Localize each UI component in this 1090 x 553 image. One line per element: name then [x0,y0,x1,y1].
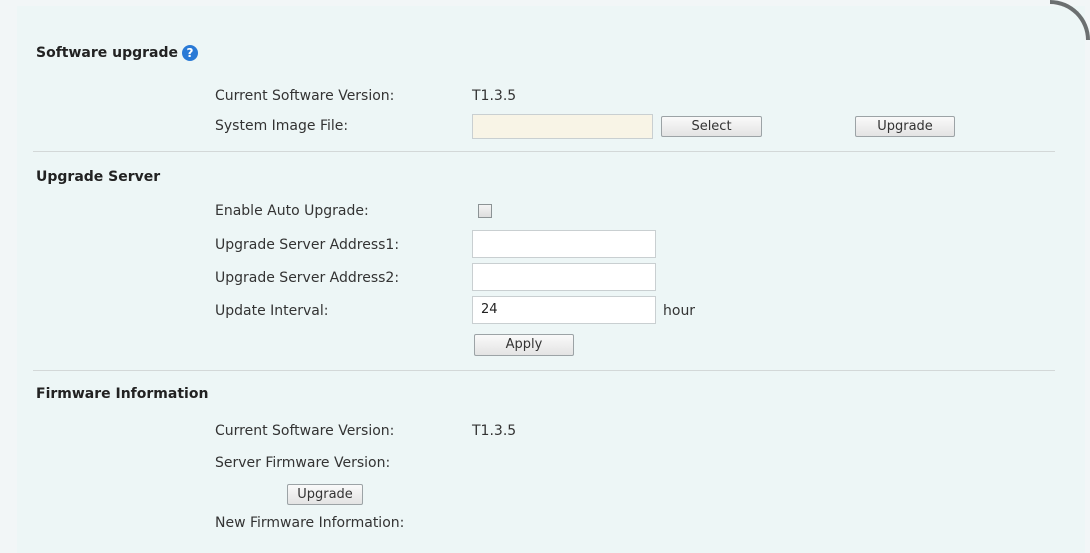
apply-button[interactable]: Apply [474,334,574,356]
firmware-current-version-value: T1.3.5 [472,423,517,439]
server-address2-label: Upgrade Server Address2: [215,270,400,286]
section-divider [33,151,1055,152]
system-image-file-label: System Image File: [215,118,349,134]
system-image-file-input[interactable] [472,114,653,139]
firmware-upgrade-button[interactable]: Upgrade [287,484,363,505]
section-divider [33,370,1055,371]
current-software-version-label: Current Software Version: [215,88,395,104]
section-title-software-upgrade: Software upgrade [36,45,179,61]
enable-auto-upgrade-checkbox[interactable] [478,204,492,218]
server-address2-input[interactable] [472,263,656,291]
enable-auto-upgrade-label: Enable Auto Upgrade: [215,203,369,219]
current-software-version-value: T1.3.5 [472,88,517,104]
server-firmware-version-label: Server Firmware Version: [215,455,391,471]
update-interval-input[interactable]: 24 [472,296,656,324]
server-address1-label: Upgrade Server Address1: [215,237,400,253]
firmware-current-version-label: Current Software Version: [215,423,395,439]
server-address1-input[interactable] [472,230,656,258]
section-title-firmware-information: Firmware Information [36,386,209,402]
new-firmware-information-label: New Firmware Information: [215,515,405,531]
update-interval-unit: hour [663,303,696,319]
select-file-button[interactable]: Select [661,116,762,137]
question-circle-icon[interactable]: ? [182,45,199,61]
upgrade-button[interactable]: Upgrade [855,116,955,137]
update-interval-label: Update Interval: [215,303,329,319]
software-upgrade-section: Software upgrade? [36,45,199,61]
section-title-upgrade-server: Upgrade Server [36,169,161,185]
